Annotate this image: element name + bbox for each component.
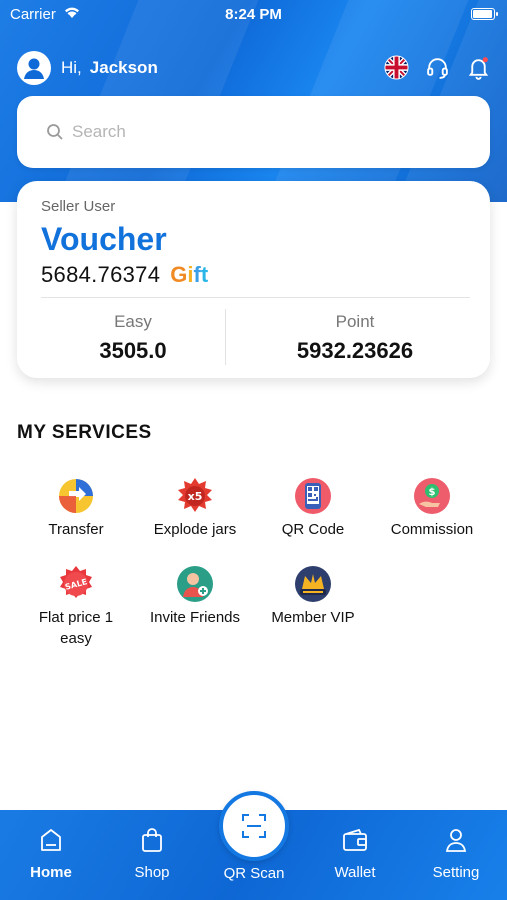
- nav-setting[interactable]: Setting: [416, 826, 496, 881]
- svg-text:x5: x5: [188, 490, 203, 503]
- easy-label: Easy: [114, 312, 152, 331]
- bell-icon[interactable]: [466, 55, 491, 80]
- svg-text:$: $: [429, 487, 436, 498]
- nav-home[interactable]: Home: [11, 826, 91, 881]
- service-label: Explode jars: [153, 521, 237, 538]
- nav-label: Shop: [134, 864, 170, 881]
- service-label: Commission: [390, 521, 474, 538]
- status-bar: Carrier 8:24 PM: [0, 0, 507, 30]
- service-commission[interactable]: $ Commission: [372, 477, 492, 540]
- clock-time: 8:24 PM: [225, 6, 282, 23]
- service-member-vip[interactable]: Member VIP: [253, 565, 373, 628]
- voucher-balance: 5684.76374: [41, 262, 161, 287]
- gift-letter: t: [200, 262, 209, 287]
- gift-label: Gift: [170, 262, 208, 288]
- gift-letter: G: [170, 262, 188, 287]
- user-icon: [416, 826, 496, 854]
- user-name: Jackson: [89, 58, 158, 77]
- service-label: Flat price 1 easy: [38, 609, 114, 647]
- nav-wallet[interactable]: Wallet: [315, 826, 395, 881]
- qr-code-icon: [294, 477, 332, 515]
- nav-label: Home: [30, 864, 72, 881]
- easy-stat: Easy 3505.0: [33, 312, 233, 364]
- invite-friends-icon: [176, 565, 214, 603]
- point-label: Point: [335, 312, 375, 331]
- service-explode-jars[interactable]: x5 Explode jars: [135, 477, 255, 540]
- card-divider: [41, 297, 470, 298]
- nav-shop[interactable]: Shop: [112, 826, 192, 881]
- nav-label: Wallet: [334, 864, 376, 881]
- scan-icon: [242, 814, 266, 838]
- search-icon: [46, 123, 64, 146]
- point-stat: Point 5932.23626: [235, 312, 475, 364]
- voucher-title: Voucher: [41, 221, 167, 257]
- header-actions: [384, 55, 491, 80]
- greeting-text: Hi,: [61, 58, 82, 77]
- service-label: QR Code: [281, 521, 345, 538]
- user-type-label: Seller User: [41, 198, 116, 215]
- headset-icon[interactable]: [425, 55, 450, 80]
- uk-flag-icon[interactable]: [384, 55, 409, 80]
- sale-tag-icon: SALE: [57, 565, 95, 603]
- service-label: Transfer: [48, 521, 104, 538]
- service-label: Member VIP: [271, 609, 355, 626]
- search-bar: [17, 96, 490, 168]
- service-transfer[interactable]: Transfer: [16, 477, 136, 540]
- battery-icon: [471, 8, 498, 20]
- transfer-icon: [57, 477, 95, 515]
- explode-x5-icon: x5: [176, 477, 214, 515]
- nav-label: Setting: [432, 864, 480, 881]
- service-label: Invite Friends: [149, 609, 241, 626]
- service-invite-friends[interactable]: Invite Friends: [135, 565, 255, 628]
- shopping-bag-icon: [112, 826, 192, 854]
- qr-scan-label: QR Scan: [223, 865, 285, 882]
- home-icon: [11, 826, 91, 854]
- member-vip-icon: [294, 565, 332, 603]
- service-flat-price[interactable]: SALE Flat price 1 easy: [16, 565, 136, 649]
- service-qr-code[interactable]: QR Code: [253, 477, 373, 540]
- services-title: MY SERVICES: [17, 422, 152, 443]
- gift-letter: f: [193, 262, 201, 287]
- easy-value: 3505.0: [99, 338, 167, 363]
- qr-scan-button[interactable]: [219, 791, 289, 861]
- commission-icon: $: [413, 477, 451, 515]
- wallet-icon: [315, 826, 395, 854]
- avatar[interactable]: [17, 51, 51, 85]
- user-greeting: Hi, Jackson: [17, 51, 158, 85]
- balance-row: 5684.76374 Gift: [41, 262, 208, 288]
- user-icon: [24, 58, 44, 79]
- wallet-card: Seller User Voucher 5684.76374 Gift Easy…: [17, 181, 490, 378]
- point-value: 5932.23626: [296, 338, 414, 363]
- search-input[interactable]: [72, 118, 452, 146]
